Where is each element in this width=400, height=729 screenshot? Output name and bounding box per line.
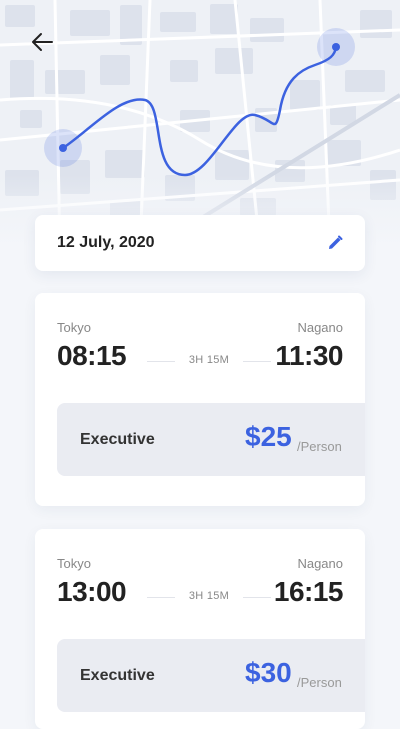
duration-divider — [243, 361, 271, 362]
fare-price: $30 — [245, 657, 292, 688]
destination-city: Nagano — [297, 320, 343, 335]
fare-class: Executive — [80, 667, 155, 684]
arrow-left-icon — [32, 33, 53, 51]
edit-date-button[interactable] — [325, 233, 345, 253]
map-canvas — [0, 0, 400, 250]
fare-option[interactable]: Executive $30 /Person — [57, 639, 365, 712]
trip-duration: 3H 15M — [188, 354, 230, 366]
trip-card[interactable]: Tokyo Nagano 13:00 16:15 3H 15M Executiv… — [35, 529, 365, 729]
fare-unit: /Person — [297, 439, 342, 454]
origin-city: Tokyo — [57, 320, 91, 335]
trip-card[interactable]: Tokyo Nagano 08:15 11:30 3H 15M Executiv… — [35, 293, 365, 506]
travel-date: 12 July, 2020 — [57, 234, 155, 251]
fare-class: Executive — [80, 431, 155, 448]
arrival-time: 16:15 — [273, 576, 344, 607]
fare-option[interactable]: Executive $25 /Person — [57, 403, 365, 476]
fare-unit: /Person — [297, 675, 342, 690]
origin-city: Tokyo — [57, 556, 91, 571]
departure-time: 08:15 — [57, 340, 127, 371]
trip-duration: 3H 15M — [188, 590, 230, 602]
pencil-icon — [329, 235, 343, 249]
route-map[interactable] — [0, 0, 400, 250]
duration-divider — [243, 597, 271, 598]
duration-indicator: 3H 15M — [147, 354, 271, 368]
back-button[interactable] — [30, 32, 60, 62]
duration-indicator: 3H 15M — [147, 590, 271, 604]
fare-price: $25 — [245, 421, 292, 452]
destination-city: Nagano — [297, 556, 343, 571]
date-card[interactable]: 12 July, 2020 — [35, 215, 365, 271]
arrival-time: 11:30 — [275, 340, 343, 371]
departure-time: 13:00 — [57, 576, 127, 607]
